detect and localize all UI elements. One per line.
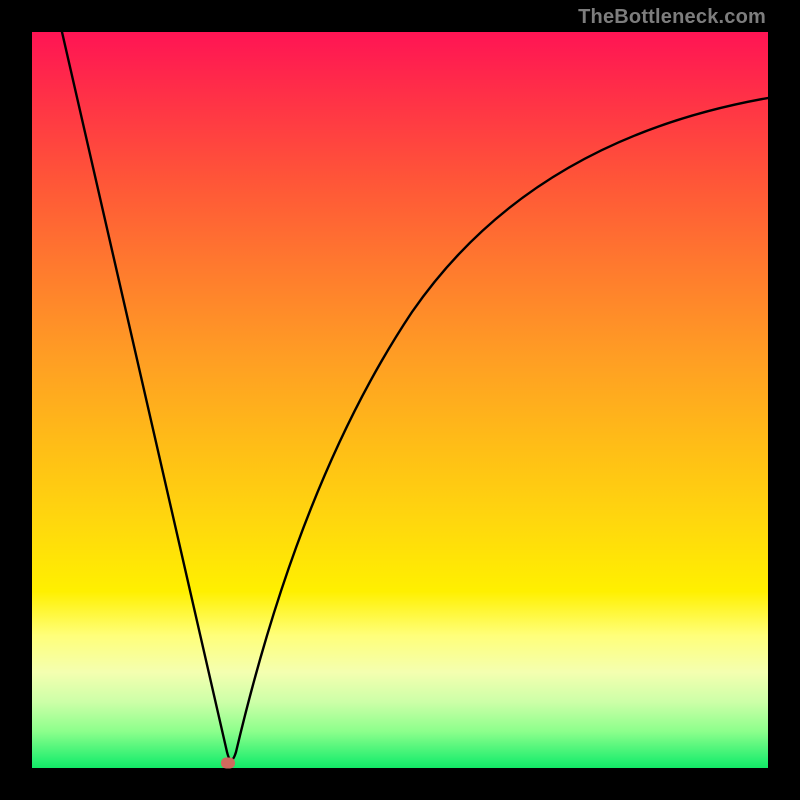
watermark-text: TheBottleneck.com: [578, 6, 766, 29]
bottleneck-curve: [32, 32, 768, 768]
optimal-point-marker: [221, 758, 235, 769]
curve-path: [62, 32, 768, 760]
chart-frame: TheBottleneck.com: [0, 0, 800, 800]
plot-area: [32, 32, 768, 768]
